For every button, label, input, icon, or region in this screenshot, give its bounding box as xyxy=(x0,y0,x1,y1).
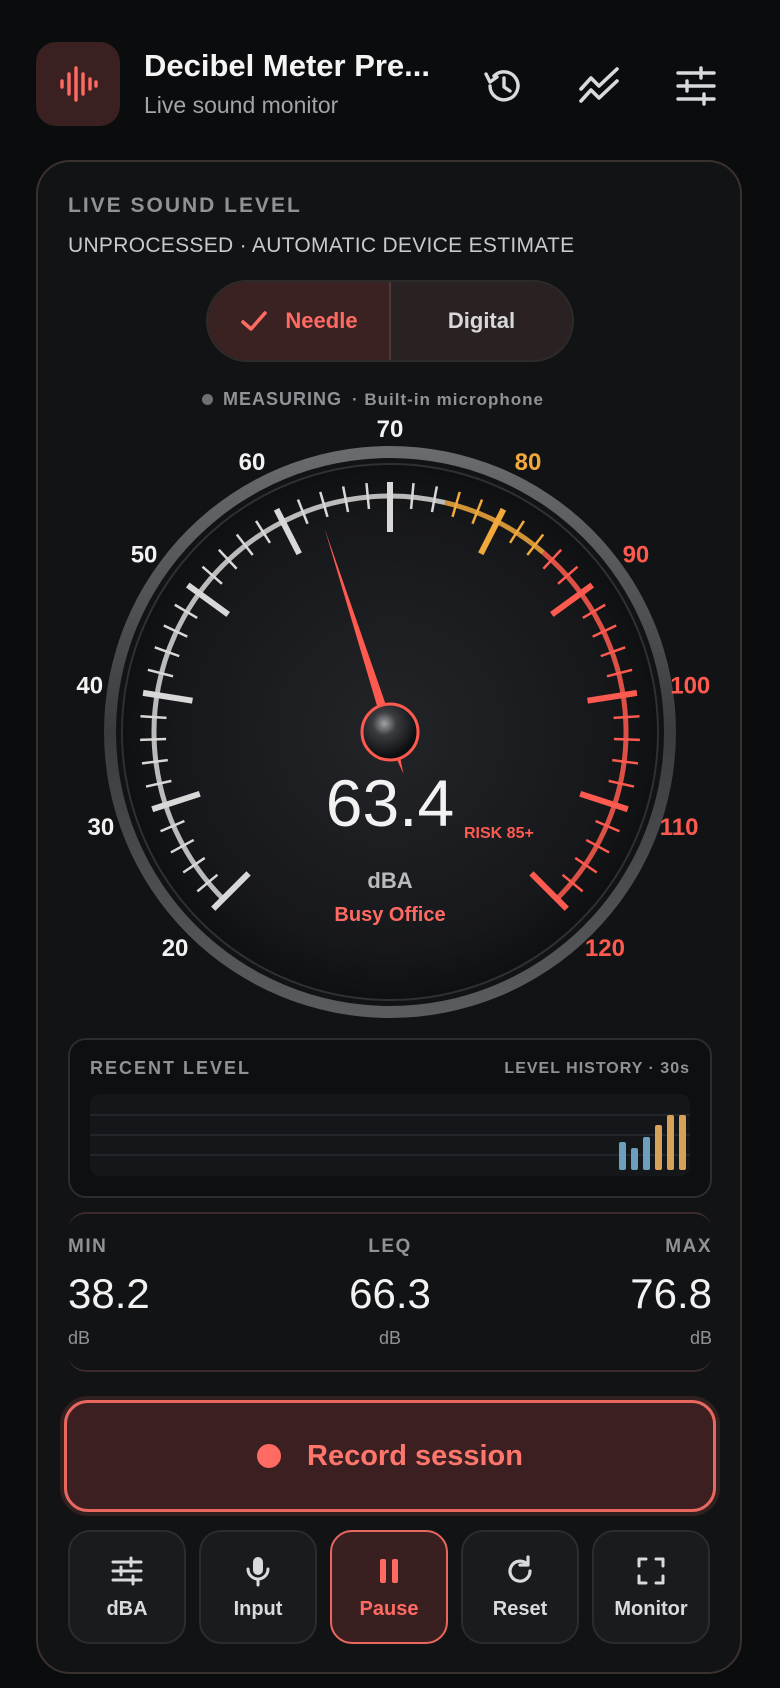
reset-button[interactable]: Reset xyxy=(461,1530,579,1644)
pause-button[interactable]: Pause xyxy=(330,1530,448,1644)
gauge-scale-label: 60 xyxy=(239,449,266,476)
sound-level-gauge: 2030405060708090100110120 63.4 RISK 85+ … xyxy=(76,416,710,1018)
stat-max-unit: dB xyxy=(689,1328,712,1348)
dba-label: dBA xyxy=(106,1597,148,1620)
gauge-scale-label: 20 xyxy=(162,935,189,962)
sound-wave-icon xyxy=(60,66,98,102)
app-title: Decibel Meter Pre... xyxy=(144,48,431,83)
history-bar xyxy=(655,1125,662,1170)
record-dot-icon xyxy=(257,1444,281,1468)
gauge-scale-label: 40 xyxy=(76,672,103,699)
history-gridline xyxy=(90,1134,690,1136)
gauge-unit: dBA xyxy=(367,868,412,893)
reset-label: Reset xyxy=(492,1597,548,1620)
processing-mode-label: UNPROCESSED · AUTOMATIC DEVICE ESTIMATE xyxy=(68,234,575,257)
check-icon xyxy=(241,311,268,331)
pause-icon xyxy=(380,1558,398,1583)
stat-leq: LEQ 66.3 dB xyxy=(290,1236,490,1349)
monitor-button[interactable]: Monitor xyxy=(592,1530,710,1644)
record-session-button[interactable]: Record session xyxy=(64,1400,716,1512)
gauge-scale-label: 70 xyxy=(377,416,404,443)
stat-leq-label: LEQ xyxy=(368,1236,412,1257)
input-button[interactable]: Input xyxy=(199,1530,317,1644)
pause-label: Pause xyxy=(359,1597,419,1620)
stat-min-unit: dB xyxy=(68,1328,91,1348)
live-sound-level-label: LIVE SOUND LEVEL xyxy=(68,194,302,217)
gauge-scale-label: 110 xyxy=(660,814,699,841)
app-icon xyxy=(36,42,120,126)
monitor-label: Monitor xyxy=(614,1597,688,1620)
stat-min-label: MIN xyxy=(68,1236,108,1257)
stat-max: MAX 76.8 dB xyxy=(512,1236,712,1349)
level-history-chart xyxy=(90,1094,690,1176)
needle-mode-button[interactable]: Needle xyxy=(208,282,391,360)
history-button[interactable] xyxy=(472,54,536,118)
record-session-label: Record session xyxy=(307,1439,523,1472)
digital-mode-button[interactable]: Digital xyxy=(391,282,572,360)
history-bar xyxy=(667,1115,674,1170)
needle-mode-label: Needle xyxy=(285,308,358,333)
trend-icon xyxy=(579,67,619,103)
gauge-scale-label: 30 xyxy=(88,814,115,841)
gauge-scale-label: 100 xyxy=(670,672,710,699)
history-gridline xyxy=(90,1154,690,1156)
fullscreen-icon xyxy=(637,1557,665,1584)
risk-label: RISK 85+ xyxy=(464,825,534,842)
refresh-icon xyxy=(508,1554,532,1583)
level-history-label: LEVEL HISTORY · 30s xyxy=(504,1060,690,1077)
history-bar xyxy=(643,1137,650,1170)
stat-min: MIN 38.2 dB xyxy=(68,1236,150,1349)
input-label: Input xyxy=(233,1597,283,1620)
history-gridline xyxy=(90,1114,690,1116)
gauge-minor-tick xyxy=(140,715,167,720)
stat-leq-unit: dB xyxy=(378,1328,402,1348)
gauge-value: 63.4 xyxy=(326,766,454,840)
digital-mode-label: Digital xyxy=(447,308,516,333)
gauge-scale-label: 90 xyxy=(623,541,650,568)
stat-max-value: 76.8 xyxy=(630,1270,712,1317)
trend-button[interactable] xyxy=(568,54,632,118)
stat-leq-value: 66.3 xyxy=(349,1270,431,1317)
microphone-icon xyxy=(246,1556,270,1586)
gauge-needle-hub xyxy=(360,702,420,762)
app-subtitle: Live sound monitor xyxy=(144,92,339,118)
recent-level-label: RECENT LEVEL xyxy=(90,1058,252,1078)
gauge-scale-label: 120 xyxy=(585,935,625,962)
dba-weighting-button[interactable]: dBA xyxy=(68,1530,186,1644)
sliders-icon xyxy=(676,66,716,106)
gauge-minor-tick xyxy=(613,737,640,742)
gauge-minor-tick xyxy=(613,715,640,720)
stat-max-label: MAX xyxy=(665,1236,712,1257)
history-icon xyxy=(484,70,520,102)
environment-label: Busy Office xyxy=(334,904,445,926)
gauge-scale-label: 80 xyxy=(515,449,542,476)
sliders-icon xyxy=(111,1556,143,1585)
history-bar xyxy=(619,1142,626,1170)
history-bar xyxy=(631,1148,638,1170)
display-mode-toggle: Needle Digital xyxy=(206,280,574,362)
gauge-minor-tick xyxy=(140,737,167,742)
gauge-scale-label: 50 xyxy=(131,541,158,568)
settings-button[interactable] xyxy=(664,54,728,118)
stat-min-value: 38.2 xyxy=(68,1270,150,1317)
history-bar xyxy=(679,1115,686,1170)
